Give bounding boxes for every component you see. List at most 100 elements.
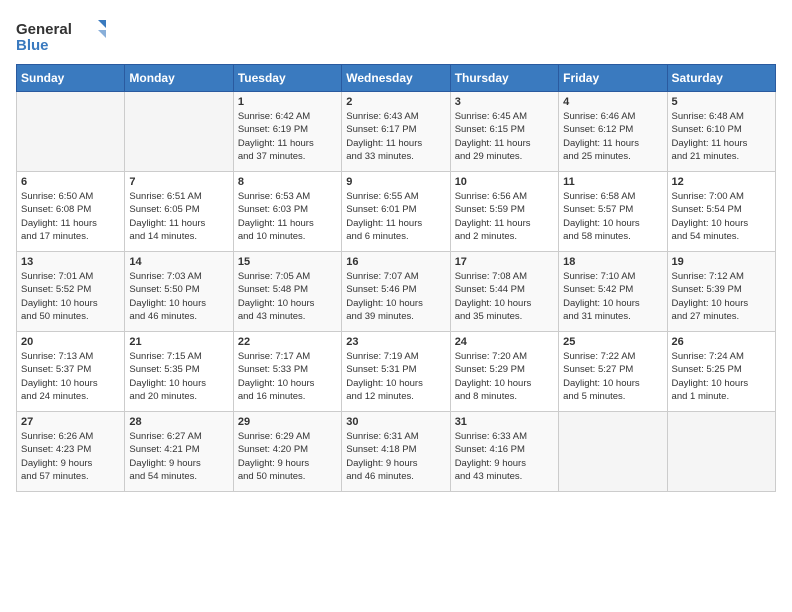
day-number: 11 <box>563 176 662 188</box>
calendar-cell: 30 Sunrise: 6:31 AM Sunset: 4:18 PM Dayli… <box>342 412 450 492</box>
day-number: 10 <box>455 176 554 188</box>
day-info: Sunrise: 6:45 AM Sunset: 6:15 PM Dayligh… <box>455 110 554 163</box>
day-number: 26 <box>672 336 771 348</box>
day-info: Sunrise: 6:31 AM Sunset: 4:18 PM Dayligh… <box>346 430 445 483</box>
svg-text:Blue: Blue <box>16 37 49 54</box>
logo-svg: General Blue <box>16 16 106 56</box>
calendar-table: SundayMondayTuesdayWednesdayThursdayFrid… <box>16 64 776 492</box>
calendar-cell: 21 Sunrise: 7:15 AM Sunset: 5:35 PM Dayli… <box>125 332 233 412</box>
day-number: 9 <box>346 176 445 188</box>
calendar-cell: 3Sunrise: 6:45 AM Sunset: 6:15 PM Daylig… <box>450 92 558 172</box>
calendar-cell: 9 Sunrise: 6:55 AM Sunset: 6:01 PM Daylig… <box>342 172 450 252</box>
day-number: 6 <box>21 176 120 188</box>
calendar-cell: 15 Sunrise: 7:05 AM Sunset: 5:48 PM Dayli… <box>233 252 341 332</box>
day-number: 20 <box>21 336 120 348</box>
day-info: Sunrise: 6:55 AM Sunset: 6:01 PM Dayligh… <box>346 190 445 243</box>
calendar-week-row: 27 Sunrise: 6:26 AM Sunset: 4:23 PM Dayli… <box>17 412 776 492</box>
day-number: 28 <box>129 416 228 428</box>
day-info: Sunrise: 7:19 AM Sunset: 5:31 PM Dayligh… <box>346 350 445 403</box>
day-number: 23 <box>346 336 445 348</box>
day-info: Sunrise: 7:05 AM Sunset: 5:48 PM Dayligh… <box>238 270 337 323</box>
day-number: 15 <box>238 256 337 268</box>
calendar-cell: 25 Sunrise: 7:22 AM Sunset: 5:27 PM Dayli… <box>559 332 667 412</box>
day-info: Sunrise: 6:26 AM Sunset: 4:23 PM Dayligh… <box>21 430 120 483</box>
day-info: Sunrise: 7:13 AM Sunset: 5:37 PM Dayligh… <box>21 350 120 403</box>
day-number: 25 <box>563 336 662 348</box>
calendar-cell: 13 Sunrise: 7:01 AM Sunset: 5:52 PM Dayli… <box>17 252 125 332</box>
day-info: Sunrise: 6:58 AM Sunset: 5:57 PM Dayligh… <box>563 190 662 243</box>
day-info: Sunrise: 6:27 AM Sunset: 4:21 PM Dayligh… <box>129 430 228 483</box>
day-number: 5 <box>672 96 771 108</box>
calendar-cell: 26Sunrise: 7:24 AM Sunset: 5:25 PM Dayli… <box>667 332 775 412</box>
day-number: 1 <box>238 96 337 108</box>
day-info: Sunrise: 6:46 AM Sunset: 6:12 PM Dayligh… <box>563 110 662 163</box>
calendar-cell <box>125 92 233 172</box>
day-info: Sunrise: 7:10 AM Sunset: 5:42 PM Dayligh… <box>563 270 662 323</box>
calendar-cell: 5 Sunrise: 6:48 AM Sunset: 6:10 PM Daylig… <box>667 92 775 172</box>
svg-text:General: General <box>16 21 72 38</box>
day-number: 2 <box>346 96 445 108</box>
page-header: General Blue <box>16 16 776 56</box>
day-number: 13 <box>21 256 120 268</box>
calendar-cell: 31 Sunrise: 6:33 AM Sunset: 4:16 PM Dayli… <box>450 412 558 492</box>
day-number: 7 <box>129 176 228 188</box>
calendar-cell: 23 Sunrise: 7:19 AM Sunset: 5:31 PM Dayli… <box>342 332 450 412</box>
calendar-week-row: 1 Sunrise: 6:42 AM Sunset: 6:19 PM Daylig… <box>17 92 776 172</box>
calendar-cell: 2 Sunrise: 6:43 AM Sunset: 6:17 PM Daylig… <box>342 92 450 172</box>
day-info: Sunrise: 6:33 AM Sunset: 4:16 PM Dayligh… <box>455 430 554 483</box>
calendar-cell <box>559 412 667 492</box>
day-info: Sunrise: 7:01 AM Sunset: 5:52 PM Dayligh… <box>21 270 120 323</box>
day-info: Sunrise: 6:51 AM Sunset: 6:05 PM Dayligh… <box>129 190 228 243</box>
calendar-week-row: 6 Sunrise: 6:50 AM Sunset: 6:08 PM Daylig… <box>17 172 776 252</box>
day-number: 12 <box>672 176 771 188</box>
calendar-cell <box>667 412 775 492</box>
calendar-cell: 7 Sunrise: 6:51 AM Sunset: 6:05 PM Daylig… <box>125 172 233 252</box>
calendar-cell <box>17 92 125 172</box>
weekday-header-saturday: Saturday <box>667 65 775 92</box>
weekday-header-row: SundayMondayTuesdayWednesdayThursdayFrid… <box>17 65 776 92</box>
day-number: 29 <box>238 416 337 428</box>
weekday-header-tuesday: Tuesday <box>233 65 341 92</box>
day-number: 27 <box>21 416 120 428</box>
calendar-week-row: 13 Sunrise: 7:01 AM Sunset: 5:52 PM Dayli… <box>17 252 776 332</box>
day-info: Sunrise: 7:08 AM Sunset: 5:44 PM Dayligh… <box>455 270 554 323</box>
day-number: 31 <box>455 416 554 428</box>
day-number: 17 <box>455 256 554 268</box>
weekday-header-thursday: Thursday <box>450 65 558 92</box>
day-number: 4 <box>563 96 662 108</box>
calendar-cell: 4 Sunrise: 6:46 AM Sunset: 6:12 PM Daylig… <box>559 92 667 172</box>
calendar-cell: 19Sunrise: 7:12 AM Sunset: 5:39 PM Dayli… <box>667 252 775 332</box>
weekday-header-wednesday: Wednesday <box>342 65 450 92</box>
weekday-header-sunday: Sunday <box>17 65 125 92</box>
calendar-cell: 24Sunrise: 7:20 AM Sunset: 5:29 PM Dayli… <box>450 332 558 412</box>
weekday-header-friday: Friday <box>559 65 667 92</box>
calendar-cell: 17 Sunrise: 7:08 AM Sunset: 5:44 PM Dayli… <box>450 252 558 332</box>
calendar-cell: 28 Sunrise: 6:27 AM Sunset: 4:21 PM Dayli… <box>125 412 233 492</box>
calendar-cell: 27 Sunrise: 6:26 AM Sunset: 4:23 PM Dayli… <box>17 412 125 492</box>
calendar-cell: 10Sunrise: 6:56 AM Sunset: 5:59 PM Dayli… <box>450 172 558 252</box>
calendar-cell: 16 Sunrise: 7:07 AM Sunset: 5:46 PM Dayli… <box>342 252 450 332</box>
day-info: Sunrise: 7:15 AM Sunset: 5:35 PM Dayligh… <box>129 350 228 403</box>
weekday-header-monday: Monday <box>125 65 233 92</box>
day-number: 18 <box>563 256 662 268</box>
day-info: Sunrise: 7:22 AM Sunset: 5:27 PM Dayligh… <box>563 350 662 403</box>
logo: General Blue <box>16 16 106 56</box>
calendar-cell: 11 Sunrise: 6:58 AM Sunset: 5:57 PM Dayli… <box>559 172 667 252</box>
day-info: Sunrise: 7:03 AM Sunset: 5:50 PM Dayligh… <box>129 270 228 323</box>
day-number: 30 <box>346 416 445 428</box>
calendar-cell: 20 Sunrise: 7:13 AM Sunset: 5:37 PM Dayli… <box>17 332 125 412</box>
day-info: Sunrise: 6:42 AM Sunset: 6:19 PM Dayligh… <box>238 110 337 163</box>
day-info: Sunrise: 7:07 AM Sunset: 5:46 PM Dayligh… <box>346 270 445 323</box>
day-info: Sunrise: 6:50 AM Sunset: 6:08 PM Dayligh… <box>21 190 120 243</box>
calendar-cell: 29Sunrise: 6:29 AM Sunset: 4:20 PM Dayli… <box>233 412 341 492</box>
day-info: Sunrise: 6:53 AM Sunset: 6:03 PM Dayligh… <box>238 190 337 243</box>
calendar-cell: 6 Sunrise: 6:50 AM Sunset: 6:08 PM Daylig… <box>17 172 125 252</box>
calendar-cell: 14Sunrise: 7:03 AM Sunset: 5:50 PM Dayli… <box>125 252 233 332</box>
day-info: Sunrise: 6:48 AM Sunset: 6:10 PM Dayligh… <box>672 110 771 163</box>
calendar-cell: 12Sunrise: 7:00 AM Sunset: 5:54 PM Dayli… <box>667 172 775 252</box>
day-info: Sunrise: 6:43 AM Sunset: 6:17 PM Dayligh… <box>346 110 445 163</box>
day-number: 21 <box>129 336 228 348</box>
day-number: 16 <box>346 256 445 268</box>
calendar-cell: 1 Sunrise: 6:42 AM Sunset: 6:19 PM Daylig… <box>233 92 341 172</box>
day-info: Sunrise: 7:17 AM Sunset: 5:33 PM Dayligh… <box>238 350 337 403</box>
